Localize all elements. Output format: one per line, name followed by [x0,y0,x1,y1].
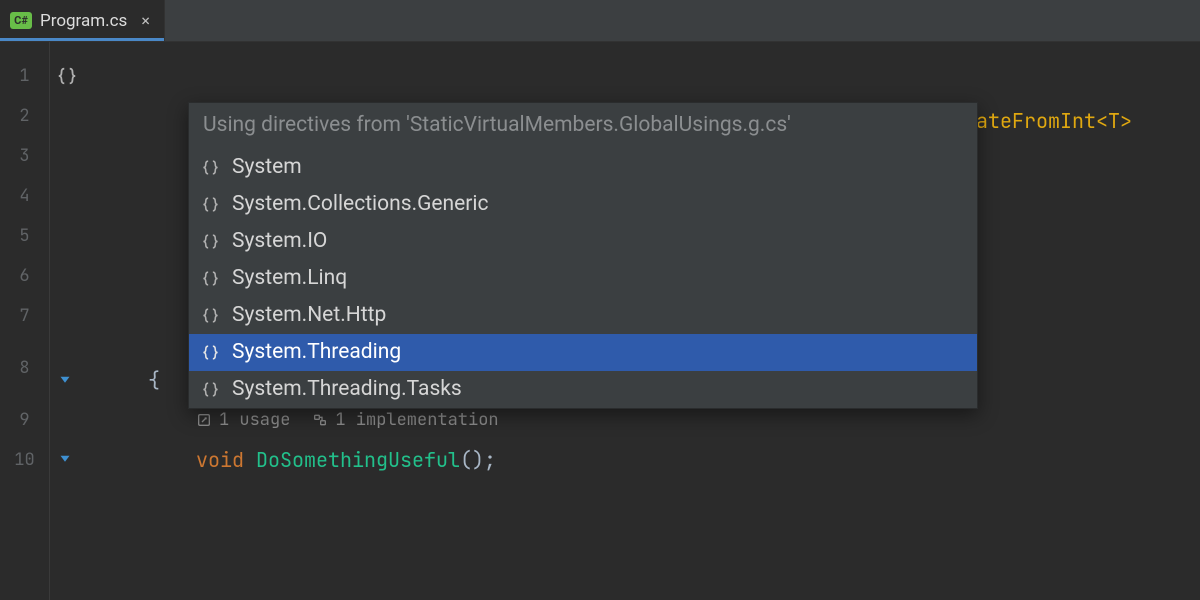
namespace-icon [201,269,220,288]
namespace-icon [201,380,220,399]
code-token-keyword: void [196,447,244,473]
completion-item-label: System.Threading [232,340,401,364]
tab-bar: C# Program.cs × [0,0,1200,42]
completion-item[interactable]: System.Net.Http [189,297,977,334]
csharp-filetype-icon: C# [10,12,32,29]
code-token-parens: (); [460,447,496,473]
completion-item[interactable]: System.Linq [189,260,977,297]
inlay-usages[interactable]: 1 usage [196,409,290,431]
completion-popup-header: Using directives from 'StaticVirtualMemb… [189,103,977,149]
completion-item[interactable]: System [189,149,977,186]
line-number: 9 [0,400,49,440]
completion-item-selected[interactable]: System.Threading [189,334,977,371]
line-number: 10 [0,440,49,480]
line-number: 1 [0,56,49,96]
completion-item-label: System.Collections.Generic [232,192,489,216]
line-number: 8 [0,336,49,400]
tab-program-cs[interactable]: C# Program.cs × [0,0,165,41]
editor[interactable]: 1 2 3 4 5 6 7 8 9 10 [0,42,1200,600]
namespace-icon [201,306,220,325]
namespace-icon [201,343,220,362]
completion-item-label: System.Threading.Tasks [232,377,462,401]
code-token-method: DoSomethingUseful [256,447,460,473]
line-number: 7 [0,296,49,336]
completion-item[interactable]: System.IO [189,223,977,260]
completion-item[interactable]: System.Threading.Tasks [189,371,977,408]
completion-item-label: System.Linq [232,266,347,290]
line-number: 4 [0,176,49,216]
line-number: 6 [0,256,49,296]
line-number-gutter: 1 2 3 4 5 6 7 8 9 10 [0,42,50,600]
namespace-icon [56,65,78,87]
completion-item-label: System.IO [232,229,327,253]
inlay-usages-text: 1 usage [219,409,290,431]
completion-popup[interactable]: Using directives from 'StaticVirtualMemb… [188,102,978,409]
implements-arrow-icon[interactable] [56,447,74,473]
code-brace: { [148,367,160,393]
namespace-icon [201,232,220,251]
line-number: 2 [0,96,49,136]
implements-arrow-icon[interactable] [56,368,74,394]
namespace-icon [201,158,220,177]
completion-item-label: System.Net.Http [232,303,386,327]
close-icon[interactable]: × [141,11,150,30]
completion-item-label: System [232,155,302,179]
code-token-generic: <T> [1096,108,1132,134]
code-space [244,447,256,473]
tab-label: Program.cs [40,11,127,31]
inlay-implementations-text: 1 implementation [335,409,498,431]
namespace-icon [201,195,220,214]
line-number: 3 [0,136,49,176]
code-content[interactable]: CanCreateFromInt<T> { 1 usage 1 implemen… [140,42,1200,600]
completion-item[interactable]: System.Collections.Generic [189,186,977,223]
glyph-margin [50,42,140,600]
inlay-implementations[interactable]: 1 implementation [312,409,498,431]
line-number: 5 [0,216,49,256]
